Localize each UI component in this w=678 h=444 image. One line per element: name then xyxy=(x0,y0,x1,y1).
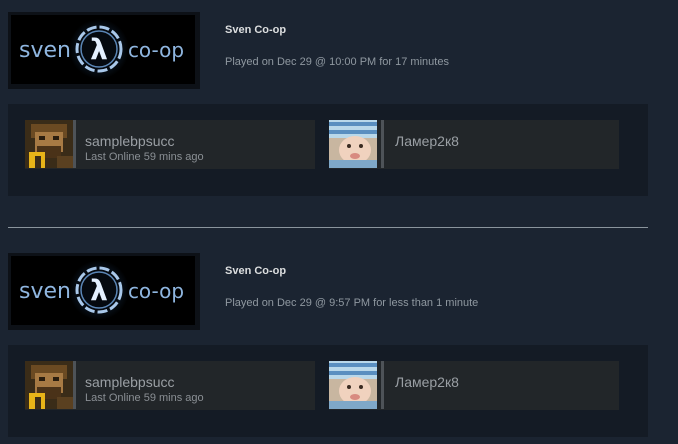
session-divider xyxy=(8,227,648,228)
status-bar xyxy=(73,120,76,168)
logo-text-left: sven xyxy=(19,38,71,63)
friend-card[interactable]: samplebpsucc Last Online 59 mins ago xyxy=(25,361,315,410)
friends-panel: samplebpsucc Last Online 59 mins ago Лам xyxy=(8,104,648,196)
logo-lambda: λ xyxy=(90,274,108,307)
logo-text-right: co-op xyxy=(128,38,184,62)
status-bar xyxy=(381,361,384,409)
friend-status: Last Online 59 mins ago xyxy=(85,392,204,404)
friend-name[interactable]: Ламер2к8 xyxy=(395,374,459,390)
logo-text-right: co-op xyxy=(128,279,184,303)
avatar[interactable] xyxy=(329,361,377,409)
baby-striped-hat-avatar-icon xyxy=(329,361,377,409)
avatar[interactable] xyxy=(25,361,73,409)
friend-name[interactable]: samplebpsucc xyxy=(85,133,175,149)
bearded-soldier-avatar-icon xyxy=(25,120,73,168)
friend-name[interactable]: Ламер2к8 xyxy=(395,133,459,149)
status-bar xyxy=(73,361,76,409)
avatar[interactable] xyxy=(329,120,377,168)
game-logo[interactable]: λ sven co-op xyxy=(8,12,200,89)
bearded-soldier-avatar-icon xyxy=(25,361,73,409)
baby-striped-hat-avatar-icon xyxy=(329,120,377,168)
sven-coop-logo-icon: λ sven co-op xyxy=(11,15,195,84)
friend-card[interactable]: Ламер2к8 xyxy=(329,120,619,169)
game-title[interactable]: Sven Co-op xyxy=(225,265,286,277)
avatar[interactable] xyxy=(25,120,73,168)
friends-panel: samplebpsucc Last Online 59 mins ago Лам xyxy=(8,345,648,437)
friend-card[interactable]: Ламер2к8 xyxy=(329,361,619,410)
game-logo[interactable]: λ sven co-op xyxy=(8,253,200,330)
status-bar xyxy=(381,120,384,168)
friend-status: Last Online 59 mins ago xyxy=(85,151,204,163)
logo-text-left: sven xyxy=(19,279,71,304)
played-info: Played on Dec 29 @ 9:57 PM for less than… xyxy=(225,297,479,309)
played-info: Played on Dec 29 @ 10:00 PM for 17 minut… xyxy=(225,56,449,68)
friend-name[interactable]: samplebpsucc xyxy=(85,374,175,390)
logo-lambda: λ xyxy=(90,33,108,66)
game-title[interactable]: Sven Co-op xyxy=(225,24,286,36)
sven-coop-logo-icon: λ sven co-op xyxy=(11,256,195,325)
friend-card[interactable]: samplebpsucc Last Online 59 mins ago xyxy=(25,120,315,169)
